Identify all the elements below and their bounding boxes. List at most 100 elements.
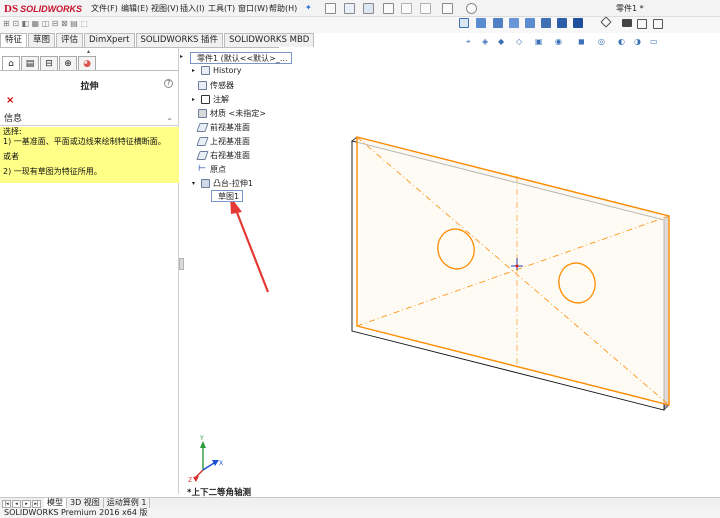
extrude-icon [201, 179, 210, 188]
new-document-icon[interactable] [325, 3, 336, 14]
menu-edit[interactable]: 编辑(E) [121, 3, 148, 14]
apply-scene-icon[interactable]: ◉ [555, 37, 562, 46]
configuration-manager-tab-icon[interactable]: ⊟ [40, 56, 58, 71]
property-manager-title: 拉伸 [80, 82, 99, 92]
pin-icon[interactable]: ✦ [305, 3, 312, 12]
tab-addins[interactable]: SOLIDWORKS 插件 [135, 33, 224, 47]
expand-arrow-icon[interactable]: ▸ [192, 96, 198, 103]
render-settings-icon[interactable] [653, 19, 663, 29]
info-section-title: 信息 [4, 114, 23, 124]
coordinate-triad-icon: Y X Z [188, 435, 223, 484]
tab-evaluate[interactable]: 评估 [56, 33, 84, 47]
plane-icon [196, 137, 209, 146]
tree-item-label: 传感器 [210, 81, 234, 90]
tree-item-sketch1[interactable]: 草图1 [211, 190, 244, 202]
shading-icon[interactable]: ◼ [578, 37, 585, 46]
prev-tab-arrow-icon[interactable]: ◂ [12, 499, 21, 508]
print-icon[interactable] [383, 3, 394, 14]
monitor-icon[interactable]: ▭ [650, 37, 658, 46]
save-icon[interactable] [363, 3, 374, 14]
view-orientation-icon[interactable] [493, 18, 503, 28]
display-style-icon[interactable] [525, 18, 535, 28]
command-manager-tabs: 特征 草图 评估 DimXpert SOLIDWORKS 插件 SOLIDWOR… [0, 33, 315, 47]
tab-mbd[interactable]: SOLIDWORKS MBD [224, 33, 315, 47]
dimxpert-manager-tab-icon[interactable]: ⊕ [59, 56, 77, 71]
zoom-area-icon[interactable]: ◈ [482, 37, 488, 46]
menu-insert[interactable]: 插入(I) [180, 3, 205, 14]
panel-splitter-icon[interactable]: ▴ [87, 48, 90, 55]
menu-bar: DS SOLIDWORKS 文件(F) 编辑(E) 视图(V) 插入(I) 工具… [0, 0, 720, 17]
tree-item-annotations[interactable]: ▸ 注解 [192, 94, 229, 105]
previous-view-icon[interactable]: ⌖ [466, 37, 471, 47]
eye-icon[interactable]: ◎ [598, 37, 605, 46]
tree-item-label: 注解 [213, 95, 229, 104]
shaded-edges-icon[interactable] [557, 18, 567, 28]
command-manager-row: ⊞ ⊡ ◧ ▦ ◫ ⊟ ⊠ ▤ ⬚ [0, 17, 720, 33]
tree-item-boss-extrude[interactable]: ▾ 凸台-拉伸1 [192, 178, 253, 189]
menu-tools[interactable]: 工具(T) [208, 3, 235, 14]
appearance-icon[interactable]: ◐ [618, 37, 625, 46]
tree-item-right-plane[interactable]: 右视基准面 [196, 150, 250, 161]
camera-icon[interactable] [622, 19, 632, 27]
shaded-icon[interactable] [573, 18, 583, 28]
panel-collapse-handle[interactable] [179, 258, 184, 270]
tab-sketch[interactable]: 草图 [28, 33, 56, 47]
status-bar: SOLIDWORKS Premium 2016 x64 版 [0, 508, 720, 518]
tree-expand-arrow-icon[interactable]: ▸ [180, 53, 183, 60]
tab-features[interactable]: 特征 [0, 33, 28, 47]
tab-dimxpert[interactable]: DimXpert [84, 33, 135, 47]
property-manager-tab-icon[interactable]: ▤ [21, 56, 39, 71]
menu-file[interactable]: 文件(F) [91, 3, 118, 14]
feature-tree-root[interactable]: 零件1 (默认<<默认>_... [190, 52, 292, 64]
tree-item-material[interactable]: 材质 <未指定> [198, 108, 266, 119]
last-tab-arrow-icon[interactable]: ▸| [32, 499, 41, 508]
collapse-arrow-icon[interactable]: ▾ [192, 180, 198, 187]
history-icon [201, 66, 210, 75]
zoom-to-fit-icon[interactable] [459, 18, 469, 28]
info-line: 或者 [3, 152, 19, 161]
property-manager-panel: ⌂ ▤ ⊟ ⊕ ◕ 拉伸 ? × 信息 ⌃ 选择: 1) 一基准面、平面或边线来… [0, 48, 179, 494]
render-icon[interactable] [637, 19, 647, 29]
svg-text:Z: Z [188, 477, 192, 484]
tree-item-label: 凸台-拉伸1 [213, 179, 253, 188]
logo-text: SOLIDWORKS [20, 3, 83, 14]
section-icon[interactable]: ◇ [516, 37, 522, 46]
root-label: 零件1 (默认<<默认>_... [197, 53, 288, 63]
tree-item-origin[interactable]: ⊢ 原点 [198, 164, 226, 175]
tree-item-label: 上视基准面 [210, 137, 250, 146]
feature-manager-tab-icon[interactable]: ⌂ [2, 56, 20, 71]
cancel-button[interactable]: × [6, 95, 14, 106]
redo-icon[interactable] [420, 3, 431, 14]
tree-item-history[interactable]: ▸ History [192, 66, 241, 75]
view-cube-icon[interactable] [476, 18, 486, 28]
tree-item-front-plane[interactable]: 前视基准面 [196, 122, 250, 133]
rebuild-icon[interactable] [442, 3, 453, 14]
section-view-icon[interactable] [509, 18, 519, 28]
tree-item-top-plane[interactable]: 上视基准面 [196, 136, 250, 147]
ds-logo-mark: DS [4, 2, 19, 15]
undo-icon[interactable] [401, 3, 412, 14]
first-tab-arrow-icon[interactable]: |◂ [2, 499, 11, 508]
display-manager-tab-icon[interactable]: ◕ [78, 56, 96, 71]
tree-item-label: 右视基准面 [210, 151, 250, 160]
annotation-arrow [230, 196, 270, 293]
tree-item-sensors[interactable]: 传感器 [198, 80, 234, 91]
tree-item-label: History [213, 66, 242, 75]
options-gear-icon[interactable] [466, 3, 477, 14]
help-icon[interactable]: ? [164, 79, 173, 88]
panel-tabs: ⌂ ▤ ⊟ ⊕ ◕ [0, 56, 179, 71]
expand-arrow-icon[interactable]: ▸ [192, 67, 198, 74]
view-settings-icon[interactable]: ▣ [535, 37, 543, 46]
menu-help[interactable]: 帮助(H) [269, 3, 297, 14]
info-section-header[interactable]: 信息 ⌃ [0, 113, 179, 126]
open-document-icon[interactable] [344, 3, 355, 14]
menu-window[interactable]: 窗口(W) [238, 3, 268, 14]
solidworks-logo[interactable]: DS SOLIDWORKS [4, 2, 82, 15]
menu-view[interactable]: 视图(V) [151, 3, 179, 14]
standard-views-icon[interactable]: ◆ [498, 37, 504, 46]
svg-text:Y: Y [199, 435, 204, 442]
scene-icon[interactable]: ◑ [634, 37, 641, 46]
hide-show-icon[interactable] [541, 18, 551, 28]
next-tab-arrow-icon[interactable]: ▸ [22, 499, 31, 508]
tree-item-label: 前视基准面 [210, 123, 250, 132]
